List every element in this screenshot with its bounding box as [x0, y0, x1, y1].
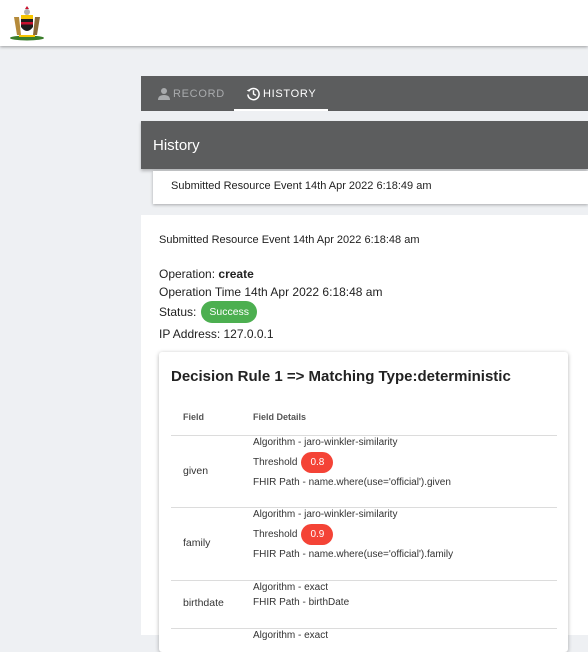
decision-rule-title: Decision Rule 1 => Matching Type:determi…: [171, 368, 511, 385]
tab-record[interactable]: RECORD: [157, 76, 225, 111]
status-label: Status:: [159, 305, 197, 319]
record-tabs: RECORD HISTORY: [141, 76, 588, 111]
threshold-label: Threshold: [253, 457, 298, 468]
threshold-line: Threshold 0.9: [253, 524, 334, 545]
history-title: History: [153, 137, 200, 154]
history-header: History: [141, 121, 588, 169]
person-icon: [158, 87, 170, 100]
row-divider: [171, 435, 557, 436]
column-header-field: Field: [183, 412, 205, 422]
tab-record-label: RECORD: [173, 87, 225, 100]
operation-time: Operation Time 14th Apr 2022 6:18:48 am: [159, 285, 383, 299]
ip-address: IP Address: 127.0.0.1: [159, 327, 274, 341]
column-header-details: Field Details: [253, 412, 307, 422]
status-badge: Success: [201, 301, 258, 323]
row-divider: [171, 628, 557, 629]
algorithm-text: Algorithm - jaro-winkler-similarity: [253, 509, 398, 520]
history-icon: [246, 87, 260, 101]
threshold-label: Threshold: [253, 529, 298, 540]
operation-line: Operation: create: [159, 267, 254, 281]
threshold-line: Threshold 0.8: [253, 452, 334, 473]
field-name: given: [183, 465, 209, 477]
operation-label: Operation:: [159, 267, 216, 281]
fhir-path-text: FHIR Path - name.where(use='official').g…: [253, 477, 451, 488]
expanded-event-title[interactable]: Submitted Resource Event 14th Apr 2022 6…: [159, 234, 420, 246]
coat-of-arms-logo: [10, 6, 44, 41]
fhir-path-text: FHIR Path - name.where(use='official').f…: [253, 549, 454, 560]
algorithm-text: Algorithm - jaro-winkler-similarity: [253, 437, 398, 448]
field-name: family: [183, 537, 211, 549]
history-event-title: Submitted Resource Event 14th Apr 2022 6…: [171, 180, 432, 192]
algorithm-text: Algorithm - exact: [253, 582, 329, 593]
threshold-badge: 0.9: [301, 524, 334, 545]
row-divider: [171, 580, 557, 581]
top-app-bar: [0, 0, 588, 46]
tab-history[interactable]: HISTORY: [234, 76, 329, 111]
threshold-badge: 0.8: [301, 452, 334, 473]
fhir-path-text: FHIR Path - birthDate: [253, 597, 350, 608]
tab-history-label: HISTORY: [263, 87, 317, 100]
status-line: Status: Success: [159, 301, 258, 323]
active-tab-indicator: [234, 109, 329, 111]
history-event-collapsed[interactable]: Submitted Resource Event 14th Apr 2022 6…: [153, 171, 588, 204]
field-name: birthdate: [183, 597, 224, 609]
decision-rule-card: Decision Rule 1 => Matching Type:determi…: [159, 352, 568, 652]
row-divider: [171, 507, 557, 508]
history-event-expanded: Submitted Resource Event 14th Apr 2022 6…: [141, 215, 588, 652]
operation-value: create: [218, 267, 254, 281]
algorithm-text: Algorithm - exact: [253, 630, 329, 641]
